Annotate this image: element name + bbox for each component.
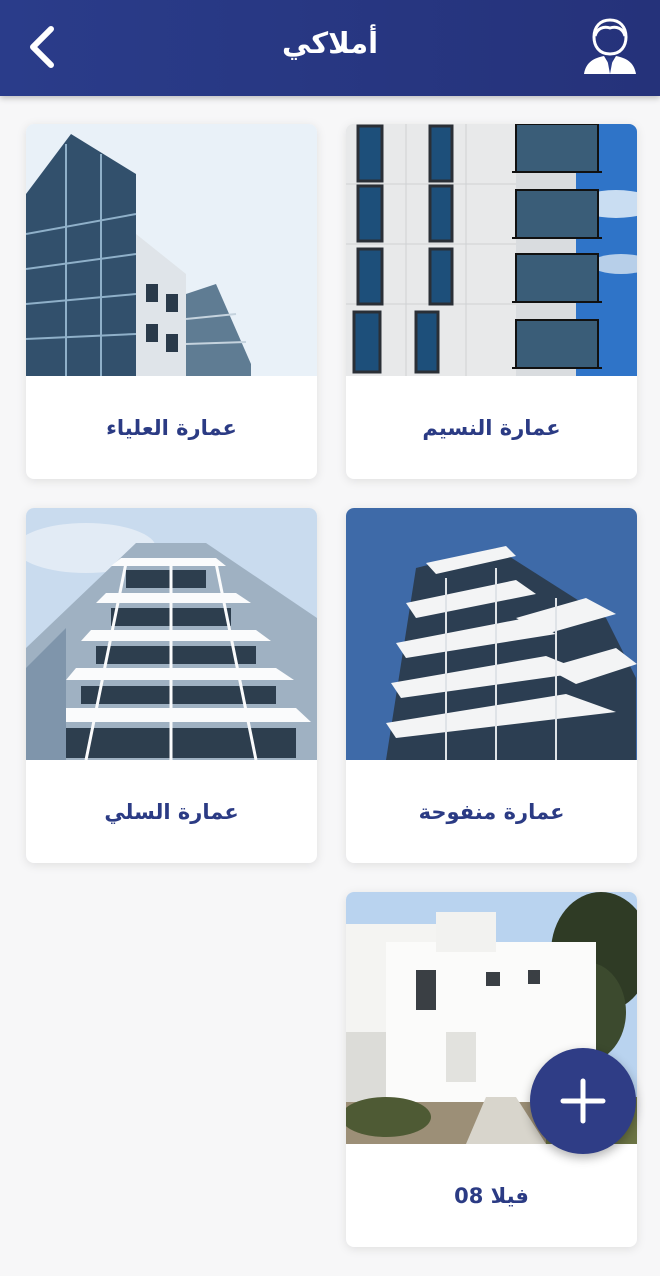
property-name: عمارة السلي <box>104 799 239 824</box>
property-card[interactable]: عمارة السلي <box>26 508 317 863</box>
property-name: فيلا 08 <box>454 1183 529 1208</box>
page-title: أملاكي <box>281 26 379 60</box>
property-name: عمارة منفوحة <box>418 799 565 824</box>
property-photo <box>26 124 317 376</box>
property-photo <box>346 508 637 760</box>
add-property-button[interactable] <box>530 1048 636 1154</box>
property-photo <box>26 508 317 760</box>
property-card[interactable]: عمارة العلياء <box>26 124 317 479</box>
app-header: أملاكي <box>0 0 660 96</box>
property-card[interactable]: عمارة النسيم <box>346 124 637 479</box>
property-card[interactable]: عمارة منفوحة <box>346 508 637 863</box>
plus-icon <box>560 1078 606 1124</box>
property-name: عمارة العلياء <box>106 415 237 440</box>
property-photo <box>346 124 637 376</box>
property-name: عمارة النسيم <box>422 415 561 440</box>
user-profile-icon <box>584 18 636 74</box>
profile-button[interactable] <box>580 14 640 78</box>
